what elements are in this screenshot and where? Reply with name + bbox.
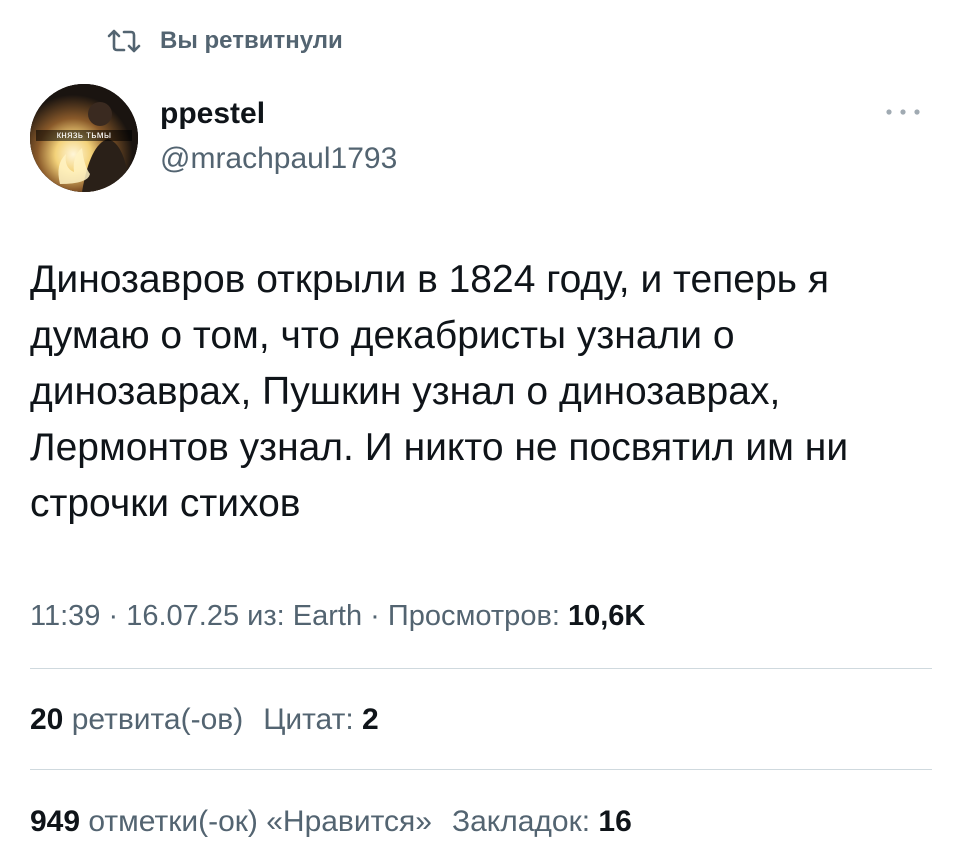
retweet-icon [106, 27, 142, 55]
quotes-label: Цитат: [263, 703, 362, 736]
likes-label: отметки(-ок) «Нравится» [80, 805, 432, 838]
more-icon[interactable] [878, 100, 928, 124]
retweets-stat[interactable]: 20 ретвита(-ов) [30, 703, 243, 736]
stats-likes-bookmarks: 949 отметки(-ок) «Нравится» Закладок: 16 [30, 804, 632, 840]
bookmarks-label: Закладок: [451, 805, 599, 838]
quotes-stat[interactable]: Цитат: 2 [263, 703, 378, 736]
views-label: Просмотров: [387, 600, 568, 632]
bookmarks-stat[interactable]: Закладок: 16 [452, 805, 632, 838]
meta-separator-2: · [362, 600, 388, 632]
author-handle[interactable]: @mrachpaul1793 [160, 142, 397, 176]
bookmarks-count: 16 [598, 805, 632, 838]
avatar-caption: князь тьмы [36, 130, 132, 141]
quotes-count: 2 [362, 703, 379, 736]
avatar[interactable]: князь тьмы [30, 84, 138, 192]
likes-count: 949 [30, 805, 81, 838]
meta-separator: · [100, 600, 127, 632]
likes-stat[interactable]: 949 отметки(-ок) «Нравится» [30, 805, 432, 838]
stats-retweets-quotes: 20 ретвита(-ов) Цитат: 2 [30, 702, 379, 738]
retweets-count: 20 [30, 703, 64, 736]
tweet-time[interactable]: 11:39 [30, 600, 100, 632]
retweet-banner-label: Вы ретвитнули [160, 27, 343, 54]
views-count: 10,6K [567, 600, 646, 632]
tweet-date[interactable]: 16.07.25 [126, 600, 239, 632]
tweet-text: Динозавров открыли в 1824 году, и теперь… [30, 258, 849, 525]
divider [30, 668, 932, 669]
retweet-banner[interactable]: Вы ретвитнули [106, 24, 343, 58]
source-prefix: из: [239, 600, 293, 632]
tweet-source: Earth [292, 600, 363, 632]
divider [30, 769, 932, 770]
retweets-label: ретвита(-ов) [63, 703, 244, 736]
author-name[interactable]: ppestel [160, 97, 265, 131]
tweet-meta: 11:39 · 16.07.25 из: Earth · Просмотров:… [30, 598, 645, 634]
